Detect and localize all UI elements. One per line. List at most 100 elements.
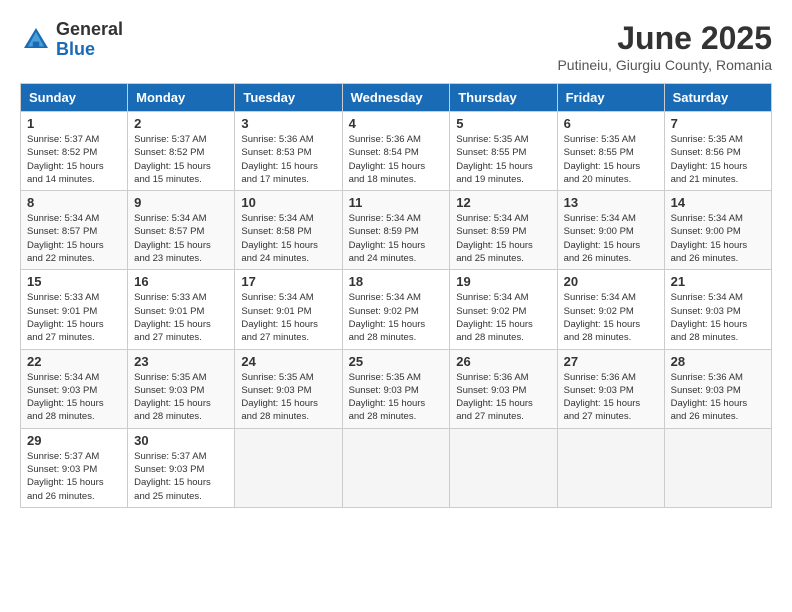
day-number: 10 bbox=[241, 195, 335, 210]
day-number: 28 bbox=[671, 354, 765, 369]
day-number: 23 bbox=[134, 354, 228, 369]
day-info: Sunrise: 5:35 AM Sunset: 8:55 PM Dayligh… bbox=[456, 133, 550, 186]
week-row-3: 15 Sunrise: 5:33 AM Sunset: 9:01 PM Dayl… bbox=[21, 270, 772, 349]
col-tuesday: Tuesday bbox=[235, 84, 342, 112]
day-info: Sunrise: 5:33 AM Sunset: 9:01 PM Dayligh… bbox=[134, 291, 228, 344]
week-row-4: 22 Sunrise: 5:34 AM Sunset: 9:03 PM Dayl… bbox=[21, 349, 772, 428]
table-row: 25 Sunrise: 5:35 AM Sunset: 9:03 PM Dayl… bbox=[342, 349, 450, 428]
table-row: 18 Sunrise: 5:34 AM Sunset: 9:02 PM Dayl… bbox=[342, 270, 450, 349]
day-info: Sunrise: 5:35 AM Sunset: 9:03 PM Dayligh… bbox=[241, 371, 335, 424]
day-number: 16 bbox=[134, 274, 228, 289]
day-info: Sunrise: 5:34 AM Sunset: 8:57 PM Dayligh… bbox=[27, 212, 121, 265]
table-row: 20 Sunrise: 5:34 AM Sunset: 9:02 PM Dayl… bbox=[557, 270, 664, 349]
table-row: 6 Sunrise: 5:35 AM Sunset: 8:55 PM Dayli… bbox=[557, 112, 664, 191]
day-info: Sunrise: 5:36 AM Sunset: 8:54 PM Dayligh… bbox=[349, 133, 444, 186]
day-info: Sunrise: 5:34 AM Sunset: 8:57 PM Dayligh… bbox=[134, 212, 228, 265]
day-info: Sunrise: 5:37 AM Sunset: 8:52 PM Dayligh… bbox=[27, 133, 121, 186]
day-number: 20 bbox=[564, 274, 658, 289]
day-number: 6 bbox=[564, 116, 658, 131]
col-friday: Friday bbox=[557, 84, 664, 112]
day-number: 22 bbox=[27, 354, 121, 369]
day-info: Sunrise: 5:34 AM Sunset: 9:03 PM Dayligh… bbox=[27, 371, 121, 424]
table-row: 17 Sunrise: 5:34 AM Sunset: 9:01 PM Dayl… bbox=[235, 270, 342, 349]
day-number: 24 bbox=[241, 354, 335, 369]
day-number: 8 bbox=[27, 195, 121, 210]
day-info: Sunrise: 5:37 AM Sunset: 8:52 PM Dayligh… bbox=[134, 133, 228, 186]
day-number: 11 bbox=[349, 195, 444, 210]
table-row: 24 Sunrise: 5:35 AM Sunset: 9:03 PM Dayl… bbox=[235, 349, 342, 428]
page-header: General Blue June 2025 Putineiu, Giurgiu… bbox=[20, 20, 772, 73]
table-row: 5 Sunrise: 5:35 AM Sunset: 8:55 PM Dayli… bbox=[450, 112, 557, 191]
day-info: Sunrise: 5:34 AM Sunset: 8:59 PM Dayligh… bbox=[349, 212, 444, 265]
day-number: 4 bbox=[349, 116, 444, 131]
day-number: 19 bbox=[456, 274, 550, 289]
day-info: Sunrise: 5:34 AM Sunset: 9:00 PM Dayligh… bbox=[564, 212, 658, 265]
table-row: 15 Sunrise: 5:33 AM Sunset: 9:01 PM Dayl… bbox=[21, 270, 128, 349]
col-sunday: Sunday bbox=[21, 84, 128, 112]
table-row: 10 Sunrise: 5:34 AM Sunset: 8:58 PM Dayl… bbox=[235, 191, 342, 270]
month-title: June 2025 bbox=[557, 20, 772, 57]
table-row: 16 Sunrise: 5:33 AM Sunset: 9:01 PM Dayl… bbox=[128, 270, 235, 349]
title-block: June 2025 Putineiu, Giurgiu County, Roma… bbox=[557, 20, 772, 73]
day-number: 15 bbox=[27, 274, 121, 289]
table-row bbox=[450, 428, 557, 507]
day-number: 17 bbox=[241, 274, 335, 289]
col-wednesday: Wednesday bbox=[342, 84, 450, 112]
table-row: 7 Sunrise: 5:35 AM Sunset: 8:56 PM Dayli… bbox=[664, 112, 771, 191]
day-info: Sunrise: 5:37 AM Sunset: 9:03 PM Dayligh… bbox=[134, 450, 228, 503]
day-info: Sunrise: 5:34 AM Sunset: 8:58 PM Dayligh… bbox=[241, 212, 335, 265]
table-row: 4 Sunrise: 5:36 AM Sunset: 8:54 PM Dayli… bbox=[342, 112, 450, 191]
day-number: 7 bbox=[671, 116, 765, 131]
day-number: 13 bbox=[564, 195, 658, 210]
table-row: 8 Sunrise: 5:34 AM Sunset: 8:57 PM Dayli… bbox=[21, 191, 128, 270]
day-number: 29 bbox=[27, 433, 121, 448]
day-number: 26 bbox=[456, 354, 550, 369]
col-saturday: Saturday bbox=[664, 84, 771, 112]
table-row: 26 Sunrise: 5:36 AM Sunset: 9:03 PM Dayl… bbox=[450, 349, 557, 428]
day-number: 25 bbox=[349, 354, 444, 369]
day-number: 14 bbox=[671, 195, 765, 210]
logo-general-text: General bbox=[56, 20, 123, 40]
day-number: 27 bbox=[564, 354, 658, 369]
day-number: 12 bbox=[456, 195, 550, 210]
day-info: Sunrise: 5:34 AM Sunset: 9:02 PM Dayligh… bbox=[456, 291, 550, 344]
day-number: 5 bbox=[456, 116, 550, 131]
col-thursday: Thursday bbox=[450, 84, 557, 112]
table-row: 2 Sunrise: 5:37 AM Sunset: 8:52 PM Dayli… bbox=[128, 112, 235, 191]
day-number: 21 bbox=[671, 274, 765, 289]
col-monday: Monday bbox=[128, 84, 235, 112]
weekday-header-row: Sunday Monday Tuesday Wednesday Thursday… bbox=[21, 84, 772, 112]
day-info: Sunrise: 5:37 AM Sunset: 9:03 PM Dayligh… bbox=[27, 450, 121, 503]
day-number: 30 bbox=[134, 433, 228, 448]
table-row: 9 Sunrise: 5:34 AM Sunset: 8:57 PM Dayli… bbox=[128, 191, 235, 270]
table-row: 23 Sunrise: 5:35 AM Sunset: 9:03 PM Dayl… bbox=[128, 349, 235, 428]
logo-blue-text: Blue bbox=[56, 40, 123, 60]
day-info: Sunrise: 5:35 AM Sunset: 9:03 PM Dayligh… bbox=[134, 371, 228, 424]
calendar-table: Sunday Monday Tuesday Wednesday Thursday… bbox=[20, 83, 772, 508]
table-row bbox=[664, 428, 771, 507]
day-number: 9 bbox=[134, 195, 228, 210]
day-info: Sunrise: 5:34 AM Sunset: 9:00 PM Dayligh… bbox=[671, 212, 765, 265]
table-row: 1 Sunrise: 5:37 AM Sunset: 8:52 PM Dayli… bbox=[21, 112, 128, 191]
table-row: 29 Sunrise: 5:37 AM Sunset: 9:03 PM Dayl… bbox=[21, 428, 128, 507]
table-row: 11 Sunrise: 5:34 AM Sunset: 8:59 PM Dayl… bbox=[342, 191, 450, 270]
table-row: 13 Sunrise: 5:34 AM Sunset: 9:00 PM Dayl… bbox=[557, 191, 664, 270]
day-info: Sunrise: 5:34 AM Sunset: 9:01 PM Dayligh… bbox=[241, 291, 335, 344]
day-info: Sunrise: 5:36 AM Sunset: 9:03 PM Dayligh… bbox=[671, 371, 765, 424]
day-info: Sunrise: 5:34 AM Sunset: 9:03 PM Dayligh… bbox=[671, 291, 765, 344]
table-row bbox=[557, 428, 664, 507]
table-row bbox=[235, 428, 342, 507]
day-info: Sunrise: 5:36 AM Sunset: 9:03 PM Dayligh… bbox=[456, 371, 550, 424]
logo: General Blue bbox=[20, 20, 123, 60]
day-info: Sunrise: 5:35 AM Sunset: 8:56 PM Dayligh… bbox=[671, 133, 765, 186]
table-row: 27 Sunrise: 5:36 AM Sunset: 9:03 PM Dayl… bbox=[557, 349, 664, 428]
day-info: Sunrise: 5:36 AM Sunset: 9:03 PM Dayligh… bbox=[564, 371, 658, 424]
week-row-5: 29 Sunrise: 5:37 AM Sunset: 9:03 PM Dayl… bbox=[21, 428, 772, 507]
day-info: Sunrise: 5:34 AM Sunset: 9:02 PM Dayligh… bbox=[564, 291, 658, 344]
table-row: 14 Sunrise: 5:34 AM Sunset: 9:00 PM Dayl… bbox=[664, 191, 771, 270]
table-row: 19 Sunrise: 5:34 AM Sunset: 9:02 PM Dayl… bbox=[450, 270, 557, 349]
day-number: 1 bbox=[27, 116, 121, 131]
table-row: 22 Sunrise: 5:34 AM Sunset: 9:03 PM Dayl… bbox=[21, 349, 128, 428]
week-row-2: 8 Sunrise: 5:34 AM Sunset: 8:57 PM Dayli… bbox=[21, 191, 772, 270]
table-row: 30 Sunrise: 5:37 AM Sunset: 9:03 PM Dayl… bbox=[128, 428, 235, 507]
